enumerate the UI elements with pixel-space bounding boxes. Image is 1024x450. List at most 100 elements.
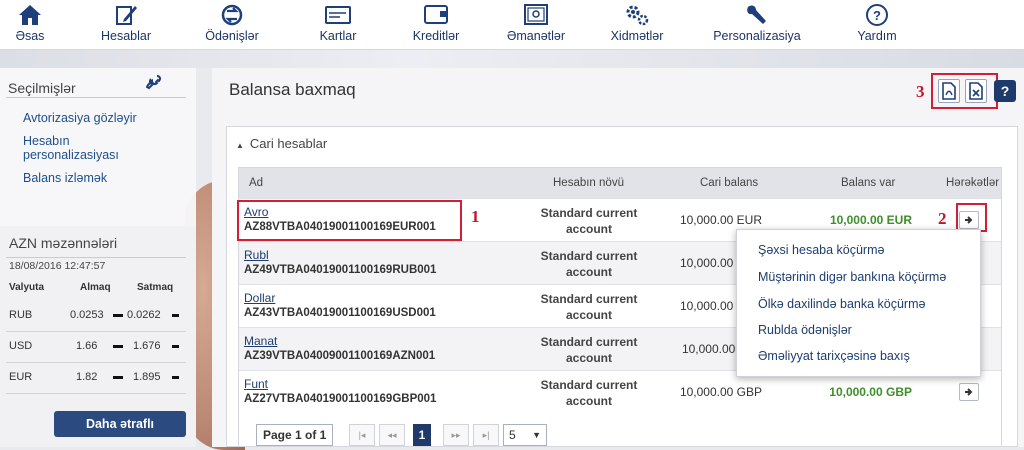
nav-label: Xidmətlər — [610, 29, 664, 43]
first-page-button[interactable]: |◂ — [349, 424, 375, 446]
divider — [6, 331, 186, 332]
nav-label: Hesablar — [100, 29, 152, 43]
nav-label: Əmanətlər — [506, 29, 566, 43]
rate-separator — [172, 345, 179, 348]
last-page-button[interactable]: ▸| — [473, 424, 499, 446]
rate-buy: 0.0253 — [70, 309, 104, 321]
menu-item-domestic-transfer[interactable]: Ölkə daxilində banka köçürmə — [758, 297, 925, 311]
panel-title: Cari hesablar — [249, 136, 328, 151]
nav-item-cards[interactable]: Kartlar — [312, 0, 364, 50]
wrench-icon[interactable] — [146, 74, 162, 90]
column-header-available: Balans var — [841, 177, 896, 189]
page-title: Balansa baxmaq — [229, 80, 356, 99]
panel-header[interactable]: ▲ Cari hesablar — [236, 136, 327, 151]
rate-separator — [113, 345, 123, 348]
page-info: Page 1 of 1 — [256, 424, 334, 446]
available-balance: 10,000.00 EUR — [829, 213, 912, 227]
nav-label: Ödənişlər — [205, 29, 259, 43]
column-header-sell: Satmaq — [137, 282, 174, 293]
transfer-icon — [221, 4, 243, 26]
rate-buy: 1.66 — [76, 340, 98, 352]
nav-item-accounts[interactable]: Hesablar — [94, 0, 158, 50]
account-name-link[interactable]: Rubl — [244, 248, 269, 262]
prev-page-button[interactable]: ◂◂ — [379, 424, 405, 446]
account-name-link[interactable]: Manat — [244, 334, 277, 348]
rate-row: RUB 0.0253 0.0262 — [0, 304, 196, 328]
page-size-select[interactable]: 5 ▼ — [503, 424, 547, 446]
nav-item-help[interactable]: ? Yardım — [852, 0, 902, 50]
account-type: Standard current account — [540, 378, 638, 408]
nav-item-personalization[interactable]: Personalizasiya — [708, 0, 806, 50]
account-iban: AZ39VTBA04009001100169AZN001 — [244, 350, 436, 362]
excel-icon — [969, 82, 983, 100]
divider — [6, 97, 186, 98]
account-name-link[interactable]: Dollar — [244, 291, 275, 305]
rate-row: EUR 1.82 1.895 — [0, 366, 196, 390]
account-name-link[interactable]: Funt — [244, 377, 268, 391]
top-navigation: Əsas Hesablar Ödənişlər Kartlar Kreditlə… — [0, 0, 1024, 50]
nav-label: Personalizasiya — [713, 29, 801, 43]
divider — [6, 393, 186, 394]
column-header-buy: Almaq — [80, 282, 111, 293]
exchange-rates-date: 18/08/2016 12:47:57 — [9, 260, 106, 272]
nav-item-credits[interactable]: Kreditlər — [404, 0, 468, 50]
card-icon — [325, 6, 351, 24]
rate-buy: 1.82 — [76, 371, 98, 383]
current-balance: 10,000.00 EUR — [679, 213, 762, 227]
edit-icon — [116, 6, 137, 25]
background-band — [0, 50, 1024, 68]
nav-label: Kartlar — [319, 29, 357, 43]
gears-icon — [626, 5, 649, 26]
nav-item-deposits[interactable]: Əmanətlər — [500, 0, 572, 50]
account-type: Standard current account — [540, 292, 638, 322]
nav-label: Kreditlər — [412, 29, 460, 43]
menu-item-other-bank-transfer[interactable]: Müştərinin digər bankına köçürmə — [758, 270, 946, 284]
annotation-1: 1 — [471, 207, 480, 226]
export-pdf-button[interactable] — [938, 79, 960, 103]
menu-item-own-account-transfer[interactable]: Şəxsi hesaba köçürmə — [758, 243, 884, 257]
more-details-button[interactable]: Daha ətraflı — [54, 411, 186, 437]
svg-text:?: ? — [873, 8, 881, 23]
next-page-button[interactable]: ▸▸ — [443, 424, 469, 446]
rate-sell: 0.0262 — [127, 309, 161, 321]
rate-separator — [113, 314, 123, 317]
safe-icon — [524, 4, 548, 25]
rate-separator — [113, 376, 123, 379]
account-type: Standard current account — [540, 249, 638, 279]
rate-separator — [172, 376, 179, 379]
menu-item-rub-payments[interactable]: Rublda ödənişlər — [758, 323, 852, 337]
help-button[interactable]: ? — [994, 80, 1016, 102]
column-header-actions: Hərəkətlər — [946, 177, 1000, 189]
account-iban: AZ27VTBA04019001100169GBP001 — [244, 393, 437, 405]
table-header: Ad Hesabın növü Cari balans Balans var H… — [239, 168, 1001, 198]
sidebar-link-account-personalization[interactable]: Hesabın personalizasiyası — [23, 134, 163, 162]
account-iban: AZ43VTBA04019001100169USD001 — [244, 307, 436, 319]
home-icon — [19, 5, 41, 25]
caret-up-icon: ▲ — [236, 141, 244, 150]
export-excel-button[interactable] — [965, 79, 987, 103]
chevron-down-icon: ▼ — [532, 430, 541, 440]
action-arrow-icon — [965, 388, 973, 396]
exchange-rates-title: AZN məzənnələri — [9, 235, 118, 251]
nav-item-home[interactable]: Əsas — [8, 0, 52, 50]
wrench-icon — [747, 5, 766, 24]
page-size-value: 5 — [509, 428, 516, 442]
rate-separator — [172, 314, 179, 317]
rate-sell: 1.676 — [133, 340, 161, 352]
account-type: Standard current account — [540, 206, 638, 236]
annotation-box-actions — [956, 203, 987, 232]
column-header-name: Ad — [249, 177, 264, 189]
row-actions-button[interactable] — [959, 383, 979, 401]
sidebar-link-pending-authorization[interactable]: Avtorizasiya gözləyir — [23, 111, 137, 125]
divider — [6, 257, 186, 258]
rate-currency: USD — [9, 340, 33, 352]
nav-item-payments[interactable]: Ödənişlər — [200, 0, 264, 50]
nav-item-services[interactable]: Xidmətlər — [604, 0, 670, 50]
rate-sell: 1.895 — [133, 371, 161, 383]
favorites-title: Seçilmişlər — [8, 80, 76, 96]
page-number-button[interactable]: 1 — [413, 424, 431, 446]
account-iban: AZ49VTBA04019001100169RUB001 — [244, 264, 437, 276]
rate-row: USD 1.66 1.676 — [0, 335, 196, 359]
sidebar-link-balance-tracking[interactable]: Balans izləmək — [23, 171, 107, 185]
menu-item-transaction-history[interactable]: Əməliyyat tarixçəsinə baxış — [758, 349, 910, 363]
